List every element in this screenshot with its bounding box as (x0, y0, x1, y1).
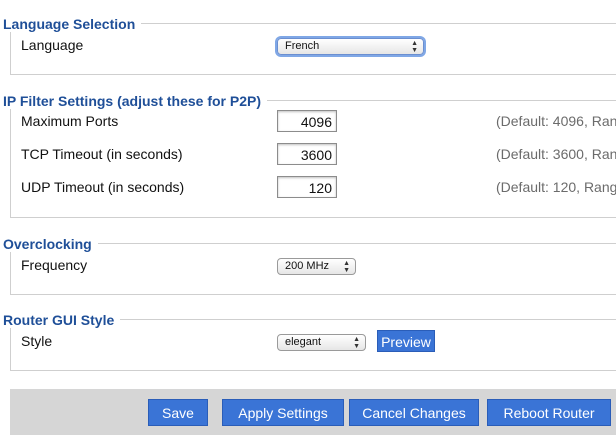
router-settings-page: Language Selection Language French ▲ ▼ IP… (0, 0, 616, 435)
reboot-router-button[interactable]: Reboot Router (487, 399, 611, 426)
apply-settings-button[interactable]: Apply Settings (222, 399, 344, 426)
language-selection-title: Language Selection (3, 16, 142, 32)
udp-timeout-hint: (Default: 120, Rang (496, 179, 616, 195)
udp-timeout-input[interactable]: 120 (277, 176, 337, 198)
tcp-timeout-label: TCP Timeout (in seconds) (21, 146, 183, 162)
frequency-select[interactable]: 200 MHz ▲ ▼ (277, 258, 356, 275)
frequency-label: Frequency (21, 257, 88, 273)
cancel-changes-button[interactable]: Cancel Changes (349, 399, 479, 426)
select-arrows-icon: ▲ ▼ (411, 39, 418, 54)
maximum-ports-input[interactable]: 4096 (277, 110, 337, 132)
udp-timeout-label: UDP Timeout (in seconds) (21, 179, 185, 195)
tcp-timeout-hint: (Default: 3600, Ran (496, 146, 616, 162)
ip-filter-title: IP Filter Settings (adjust these for P2P… (3, 93, 268, 109)
style-select[interactable]: elegant ▲ ▼ (277, 334, 366, 351)
style-label: Style (21, 333, 53, 349)
tcp-timeout-input[interactable]: 3600 (277, 143, 337, 165)
maximum-ports-label: Maximum Ports (21, 113, 119, 129)
preview-button[interactable]: Preview (377, 330, 435, 352)
save-button[interactable]: Save (148, 399, 208, 426)
select-arrows-icon: ▲ ▼ (353, 335, 360, 350)
router-gui-style-title: Router GUI Style (3, 312, 121, 328)
language-select-value: French (285, 40, 320, 52)
maximum-ports-hint: (Default: 4096, Ran (496, 113, 616, 129)
language-select[interactable]: French ▲ ▼ (277, 38, 424, 55)
overclocking-title: Overclocking (3, 236, 98, 252)
footer-action-bar: Save Apply Settings Cancel Changes Reboo… (10, 389, 616, 435)
style-select-value: elegant (285, 336, 322, 348)
frequency-select-value: 200 MHz (285, 260, 330, 272)
select-arrows-icon: ▲ ▼ (343, 259, 350, 274)
language-label: Language (21, 37, 84, 53)
